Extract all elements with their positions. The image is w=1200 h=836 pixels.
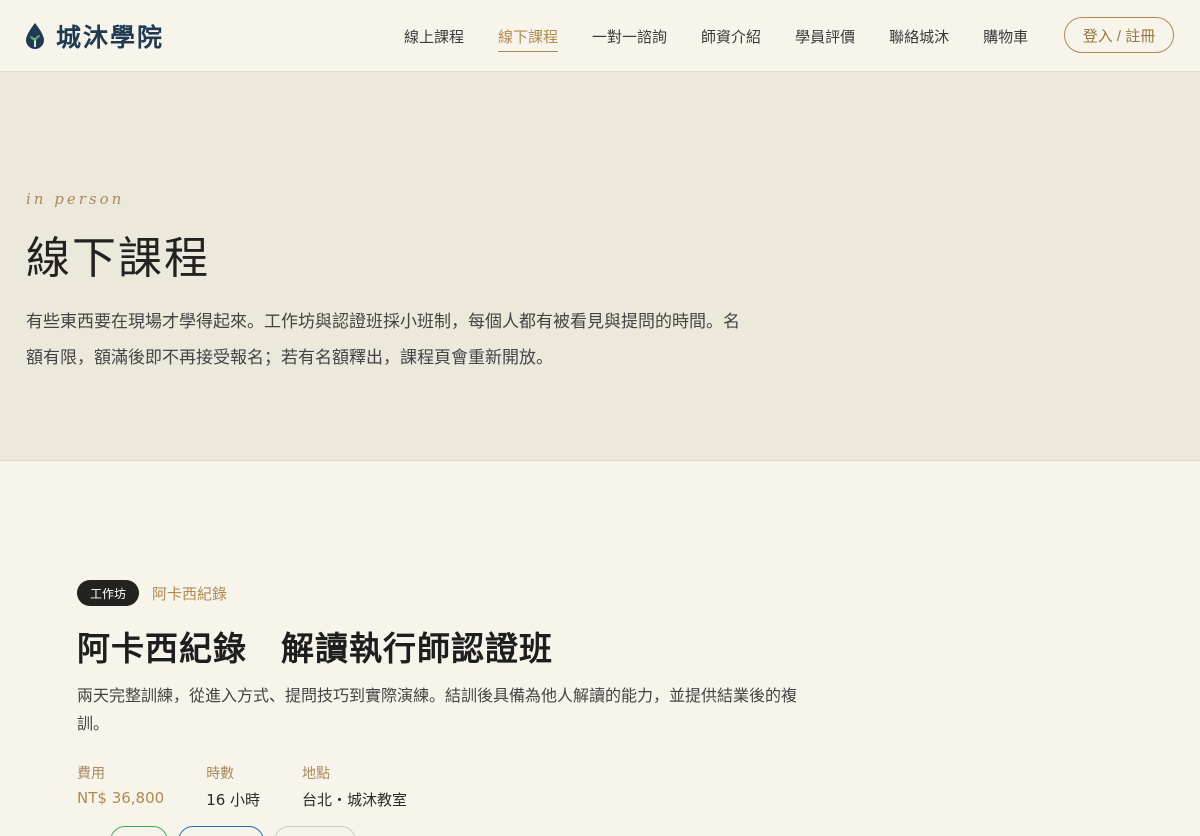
course-pill-grey[interactable] — [274, 826, 356, 836]
brand-logo[interactable]: 城沐學院 — [24, 20, 164, 52]
meta-fee-label: 費用 — [77, 766, 105, 782]
nav-item-in-person-courses[interactable]: 線下課程 — [481, 0, 575, 72]
course-title[interactable]: 阿卡西紀錄 解讀執行師認證班 — [77, 622, 817, 670]
meta-hours: 時數 16 小時 — [206, 763, 260, 810]
nav-item-cart[interactable]: 購物車 — [966, 0, 1045, 72]
login-register-button[interactable]: 登入 / 註冊 — [1064, 17, 1174, 53]
meta-location: 地點 台北・城沐教室 — [302, 763, 407, 810]
hero-description: 有些東西要在現場才學得起來。工作坊與認證班採小班制，每個人都有被看見與提問的時間… — [26, 312, 740, 368]
meta-fee: 費用 NT$ 36,800 — [77, 763, 164, 810]
brand-name: 城沐學院 — [56, 23, 165, 52]
course-type-badge: 工作坊 — [77, 580, 140, 606]
nav-item-contact[interactable]: 聯絡城沐 — [872, 0, 966, 72]
course-pill-green[interactable] — [110, 826, 168, 836]
meta-hours-label: 時數 — [206, 766, 235, 782]
course-pill-blue[interactable] — [178, 826, 264, 836]
nav-item-teachers[interactable]: 師資介紹 — [684, 0, 778, 72]
page-title: 線下課程 — [26, 233, 210, 284]
course-action-pills — [110, 826, 356, 836]
meta-hours-value: 16 小時 — [206, 791, 261, 809]
course-description: 兩天完整訓練，從進入方式、提問技巧到實際演練。結訓後具備為他人解讀的能力，並提供… — [77, 686, 798, 733]
main-nav: 線上課程 線下課程 一對一諮詢 師資介紹 學員評價 聯絡城沐 購物車 — [387, 0, 1045, 72]
course-tag-row: 工作坊 阿卡西紀錄 — [77, 580, 817, 606]
nav-item-online-courses[interactable]: 線上課程 — [387, 0, 481, 72]
course-category-tag[interactable]: 阿卡西紀錄 — [152, 583, 227, 604]
course-card: 工作坊 阿卡西紀錄 阿卡西紀錄 解讀執行師認證班 兩天完整訓練，從進入方式、提問… — [77, 580, 817, 810]
meta-location-value: 台北・城沐教室 — [302, 791, 408, 809]
meta-location-label: 地點 — [302, 766, 331, 782]
site-header: 城沐學院 線上課程 線下課程 一對一諮詢 師資介紹 學員評價 聯絡城沐 購物車 … — [0, 0, 1200, 72]
nav-item-consultation[interactable]: 一對一諮詢 — [575, 0, 684, 72]
drop-sprout-icon — [26, 23, 44, 49]
hero-section: in person 線下課程 有些東西要在現場才學得起來。工作坊與認證班採小班制… — [0, 72, 1200, 461]
hero-eyebrow: in person — [26, 190, 125, 208]
course-meta: 費用 NT$ 36,800 時數 16 小時 地點 台北・城沐教室 — [77, 763, 817, 810]
meta-fee-value: NT$ 36,800 — [77, 789, 165, 807]
nav-item-reviews[interactable]: 學員評價 — [778, 0, 872, 72]
